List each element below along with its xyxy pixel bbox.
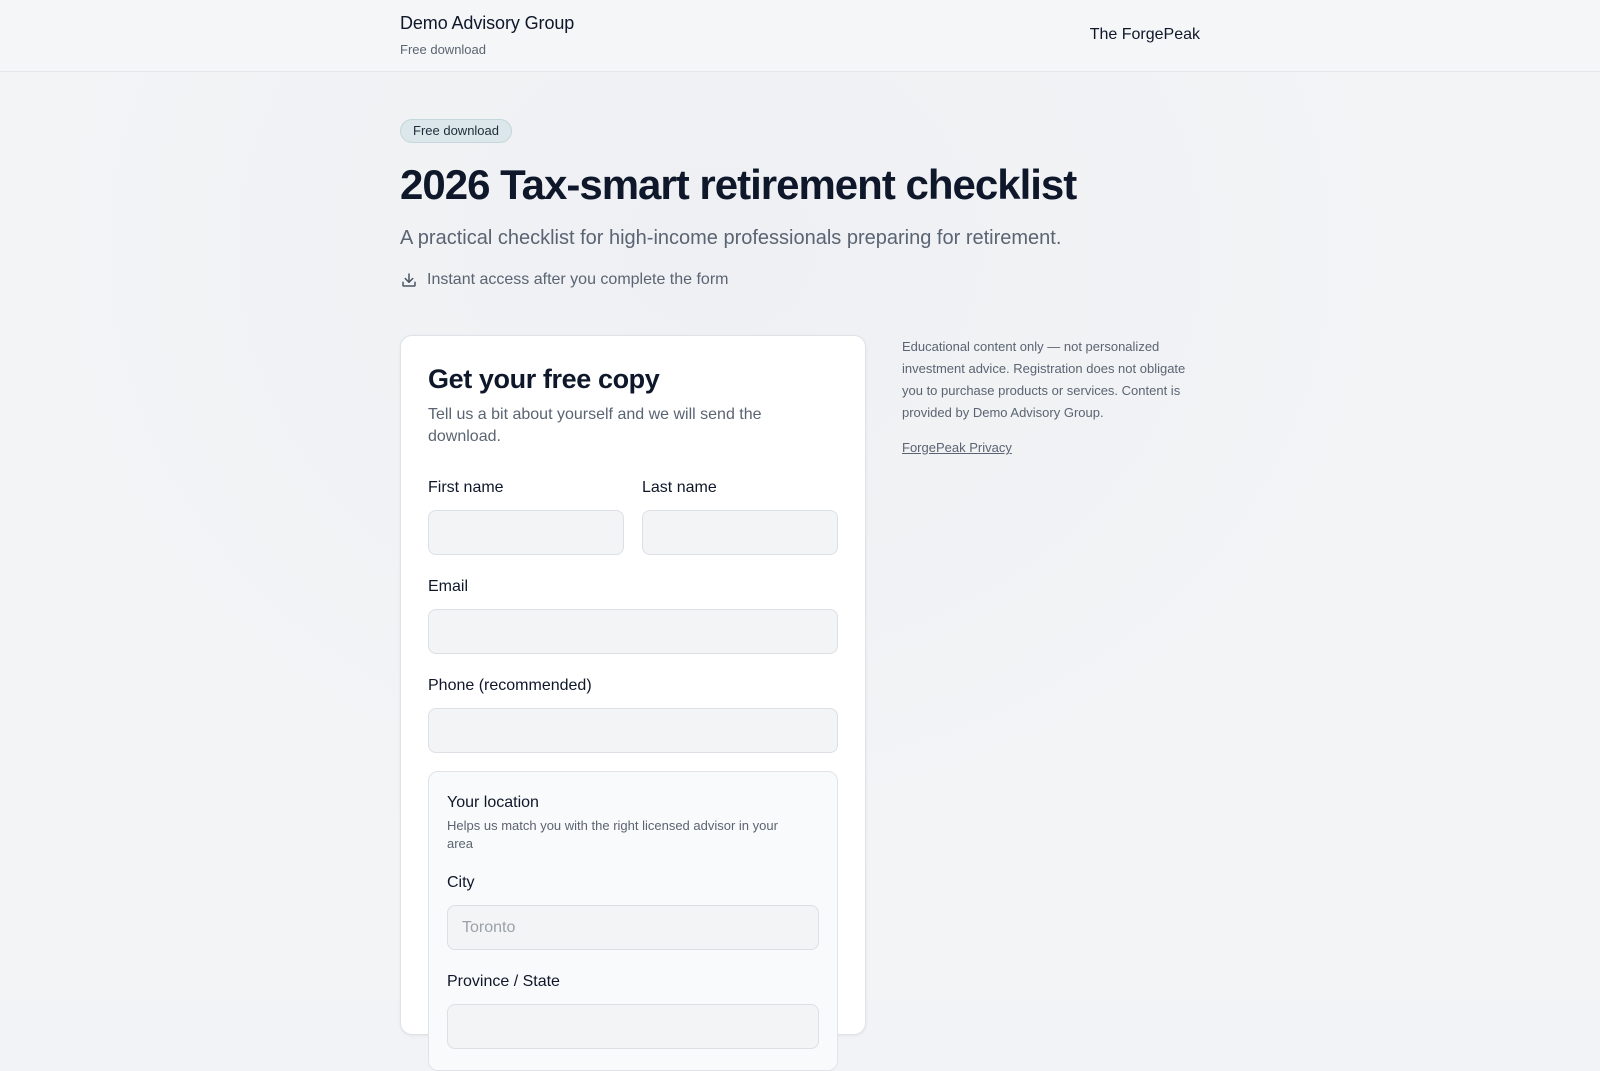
city-input[interactable]: [447, 905, 819, 950]
access-note: Instant access after you complete the fo…: [400, 269, 1220, 291]
phone-label: Phone (recommended): [428, 677, 592, 694]
phone-group: Phone (recommended): [428, 676, 838, 753]
form-description: Tell us a bit about yourself and we will…: [428, 406, 762, 445]
download-icon: [402, 273, 416, 287]
brand: Demo Advisory Group Free download: [400, 13, 574, 57]
location-title: Your location: [447, 794, 539, 811]
brand-name: Demo Advisory Group: [400, 13, 575, 33]
privacy-link[interactable]: ForgePeak Privacy: [902, 440, 1012, 455]
free-download-badge: Free download: [400, 119, 512, 143]
top-bar: Demo Advisory Group Free download The Fo…: [0, 0, 1600, 72]
email-label: Email: [428, 578, 469, 595]
page-title: 2026 Tax-smart retirement checklist: [400, 161, 1077, 208]
last-name-group: Last name: [642, 478, 838, 555]
sidebar: Educational content only — not personali…: [902, 336, 1192, 457]
name-row: First name Last name: [428, 478, 838, 555]
disclaimer-text: Educational content only — not personali…: [902, 339, 1186, 420]
hero-section: Free download 2026 Tax-smart retirement …: [400, 119, 1220, 291]
access-note-text: Instant access after you complete the fo…: [427, 271, 729, 288]
form-title: Get your free copy: [428, 364, 660, 394]
last-name-input[interactable]: [642, 510, 838, 555]
brand-subtitle: Free download: [400, 42, 486, 57]
location-section: Your location Helps us match you with th…: [428, 771, 838, 1071]
first-name-group: First name: [428, 478, 624, 555]
city-group: City: [447, 873, 819, 950]
city-label: City: [447, 874, 475, 891]
province-label: Province / State: [447, 973, 560, 990]
province-group: Province / State: [447, 972, 819, 1049]
phone-input[interactable]: [428, 708, 838, 753]
location-description: Helps us match you with the right licens…: [447, 818, 778, 851]
first-name-label: First name: [428, 479, 504, 496]
email-input[interactable]: [428, 609, 838, 654]
page-subtitle: A practical checklist for high-income pr…: [400, 227, 1062, 249]
partner-name: The ForgePeak: [1089, 26, 1200, 43]
signup-form-card: Get your free copy Tell us a bit about y…: [400, 335, 866, 1071]
province-input[interactable]: [447, 1004, 819, 1049]
first-name-input[interactable]: [428, 510, 624, 555]
email-group: Email: [428, 577, 838, 654]
last-name-label: Last name: [642, 479, 717, 496]
